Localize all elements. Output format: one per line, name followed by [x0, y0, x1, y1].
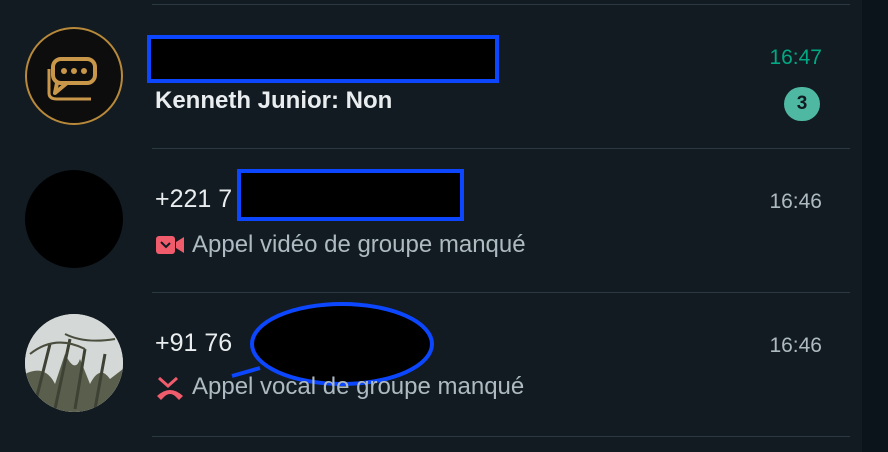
last-message-preview: Kenneth Junior: Non — [155, 87, 393, 114]
redacted-avatar — [25, 170, 123, 268]
contact-name: +221 7 — [155, 185, 233, 213]
message-time: 16:47 — [769, 46, 822, 69]
last-message-preview: Appel vidéo de groupe manqué — [192, 231, 526, 258]
unread-count-badge: 3 — [784, 87, 820, 121]
chat-list: Kenneth Junior: Non 16:47 3 +221 7 Appel… — [0, 0, 862, 452]
chat-row[interactable]: +221 7 Appel vidéo de groupe manqué 16:4… — [0, 148, 862, 292]
redacted-name — [147, 35, 499, 83]
contact-name: +91 76 — [155, 329, 233, 357]
redacted-name — [237, 169, 464, 221]
nature-photo-avatar — [25, 314, 123, 412]
conversation-panel-edge — [862, 0, 888, 452]
row-divider — [152, 436, 850, 437]
missed-video-call-icon — [156, 236, 184, 254]
message-time: 16:46 — [769, 190, 822, 213]
chat-row[interactable]: Kenneth Junior: Non 16:47 3 — [0, 4, 862, 148]
missed-voice-call-icon — [157, 376, 183, 400]
last-message-preview: Appel vocal de groupe manqué — [192, 373, 525, 400]
message-time: 16:46 — [769, 334, 822, 357]
chat-bubbles-logo-avatar — [25, 27, 123, 125]
chat-bubbles-icon — [47, 57, 97, 101]
chat-row[interactable]: +91 76 Appel vocal de groupe manqué 16:4… — [0, 292, 862, 436]
tree-branches-icon — [25, 314, 123, 412]
